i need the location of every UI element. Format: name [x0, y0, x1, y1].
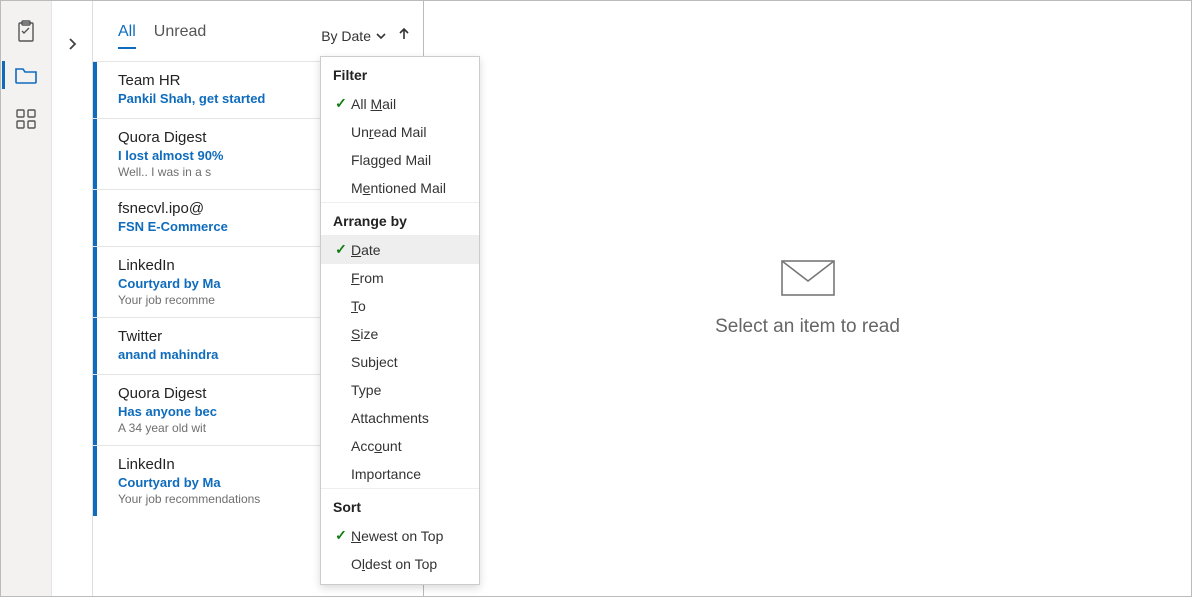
menu-option[interactable]: Size — [321, 320, 479, 348]
reading-pane-empty-text: Select an item to read — [715, 316, 900, 338]
menu-option-label: Subject — [351, 354, 398, 370]
nav-rail — [1, 1, 52, 596]
menu-header: Arrange by — [321, 202, 479, 235]
menu-option[interactable]: To — [321, 292, 479, 320]
menu-option-label: Type — [351, 382, 381, 398]
menu-option-label: All Mail — [351, 96, 396, 112]
folder-icon — [15, 66, 37, 84]
menu-option[interactable]: Importance — [321, 460, 479, 488]
tab-unread[interactable]: Unread — [154, 23, 206, 49]
menu-option[interactable]: Flagged Mail — [321, 146, 479, 174]
check-icon: ✓ — [331, 95, 351, 112]
menu-option-label: From — [351, 270, 384, 286]
menu-option-label: Importance — [351, 466, 421, 482]
menu-option-label: Attachments — [351, 410, 429, 426]
menu-option-label: Date — [351, 242, 381, 258]
menu-option-label: Unread Mail — [351, 124, 427, 140]
expand-folder-pane-button[interactable] — [66, 37, 78, 596]
sort-by-label: By Date — [321, 28, 371, 44]
message-list-pane: All Unread By Date Team HRPankil Shah, g… — [93, 1, 424, 596]
rail-item-tasks[interactable] — [8, 13, 44, 49]
menu-option[interactable]: Subject — [321, 348, 479, 376]
chevron-down-icon — [375, 30, 387, 42]
folder-pane-collapsed — [52, 1, 93, 596]
menu-option-label: Mentioned Mail — [351, 180, 446, 196]
menu-option-label: To — [351, 298, 366, 314]
check-icon: ✓ — [331, 241, 351, 258]
sort-direction-button[interactable] — [397, 27, 411, 46]
arrow-up-icon — [397, 27, 411, 41]
menu-option[interactable]: From — [321, 264, 479, 292]
reading-pane: Select an item to read — [424, 1, 1191, 596]
menu-option-label: Newest on Top — [351, 528, 443, 544]
sort-by-button[interactable]: By Date — [321, 28, 387, 44]
menu-option[interactable]: Mentioned Mail — [321, 174, 479, 202]
menu-option-label: Size — [351, 326, 378, 342]
menu-option[interactable]: Type — [321, 376, 479, 404]
menu-header: Sort — [321, 488, 479, 521]
rail-item-mail-folder[interactable] — [8, 57, 44, 93]
menu-option[interactable]: ✓All Mail — [321, 89, 479, 118]
menu-option[interactable]: ✓Date — [321, 235, 479, 264]
menu-option[interactable]: Account — [321, 432, 479, 460]
sort-filter-menu: Filter✓All MailUnread MailFlagged MailMe… — [320, 56, 480, 585]
check-icon: ✓ — [331, 527, 351, 544]
menu-option-label: Oldest on Top — [351, 556, 437, 572]
menu-option[interactable]: Oldest on Top — [321, 550, 479, 578]
chevron-right-icon — [66, 38, 78, 50]
menu-option[interactable]: Attachments — [321, 404, 479, 432]
apps-grid-icon — [16, 109, 36, 129]
tab-all[interactable]: All — [118, 23, 136, 49]
list-header: All Unread By Date — [93, 1, 423, 61]
menu-header: Filter — [321, 57, 479, 89]
menu-option[interactable]: ✓Newest on Top — [321, 521, 479, 550]
clipboard-icon — [16, 20, 36, 42]
menu-option-label: Flagged Mail — [351, 152, 431, 168]
menu-option-label: Account — [351, 438, 402, 454]
rail-item-apps[interactable] — [8, 101, 44, 137]
menu-option[interactable]: Unread Mail — [321, 118, 479, 146]
envelope-icon — [781, 260, 835, 296]
